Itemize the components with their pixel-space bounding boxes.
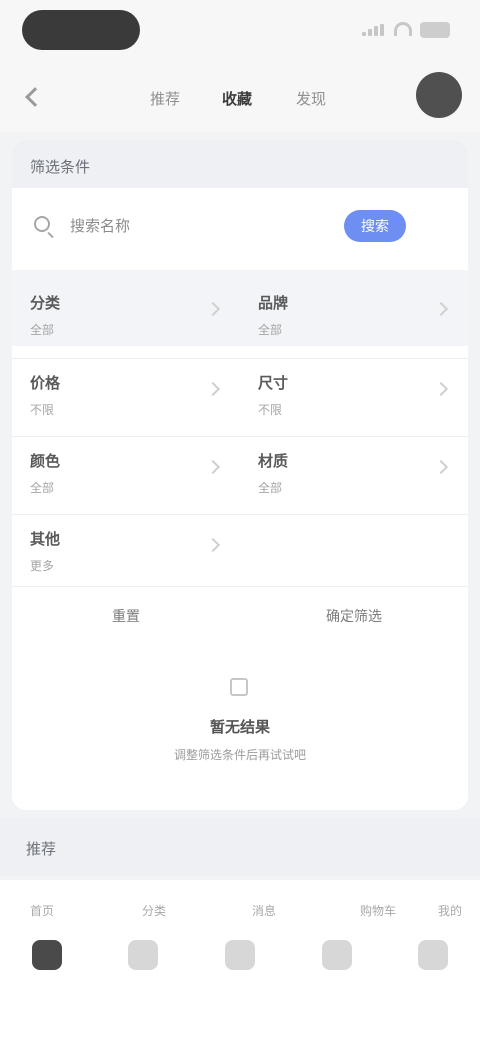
search-input[interactable]: 搜索名称 bbox=[70, 215, 130, 236]
search-icon bbox=[34, 216, 50, 232]
search-row: 搜索名称 搜索 bbox=[12, 188, 468, 262]
filter-actions: 重置 确定筛选 bbox=[12, 588, 468, 644]
tab-label-me[interactable]: 我的 bbox=[438, 902, 462, 919]
empty-state-description: 调整筛选条件后再试试吧 bbox=[173, 748, 306, 762]
filter-brand[interactable]: 品牌 全部 bbox=[258, 292, 458, 344]
search-button[interactable]: 搜索 bbox=[344, 210, 406, 242]
card-header: 筛选条件 bbox=[12, 140, 468, 188]
filter-value: 更多 bbox=[30, 559, 55, 573]
divider bbox=[12, 586, 468, 587]
filter-color[interactable]: 颜色 全部 bbox=[30, 450, 230, 502]
divider bbox=[12, 514, 468, 515]
filter-name: 其他 bbox=[30, 531, 61, 548]
filter-name: 颜色 bbox=[30, 453, 61, 470]
apply-filter-button[interactable]: 确定筛选 bbox=[240, 588, 468, 644]
filter-material[interactable]: 材质 全部 bbox=[258, 450, 458, 502]
filter-value: 不限 bbox=[258, 403, 283, 417]
battery-icon bbox=[420, 22, 450, 38]
filter-category[interactable]: 分类 全部 bbox=[30, 292, 230, 344]
recommend-section: 推荐 bbox=[0, 818, 480, 876]
wifi-icon bbox=[394, 22, 412, 36]
status-bar bbox=[0, 0, 480, 62]
filter-name: 品牌 bbox=[258, 295, 289, 312]
empty-state-title: 暂无结果 bbox=[209, 719, 270, 736]
tab-label-home[interactable]: 首页 bbox=[30, 902, 54, 919]
avatar[interactable] bbox=[416, 72, 462, 118]
filter-value: 全部 bbox=[258, 323, 283, 337]
user-icon[interactable] bbox=[418, 940, 448, 970]
empty-box-icon bbox=[230, 678, 248, 696]
filter-name: 材质 bbox=[258, 453, 289, 470]
tab-favorites[interactable]: 收藏 bbox=[222, 88, 252, 108]
section-label: 推荐 bbox=[26, 841, 57, 858]
signal-icon bbox=[362, 24, 384, 36]
app-screen: 推荐 收藏 发现 筛选条件 搜索名称 搜索 分类 全部 品牌 全部 价格 不限 bbox=[0, 0, 480, 1040]
divider bbox=[12, 436, 468, 437]
filter-size[interactable]: 尺寸 不限 bbox=[258, 372, 458, 424]
filter-name: 尺寸 bbox=[258, 375, 289, 392]
filter-value: 不限 bbox=[30, 403, 55, 417]
message-icon[interactable] bbox=[225, 940, 255, 970]
tab-label-category[interactable]: 分类 bbox=[142, 902, 166, 919]
reset-button[interactable]: 重置 bbox=[12, 588, 240, 644]
home-icon[interactable] bbox=[32, 940, 62, 970]
filter-other[interactable]: 其他 更多 bbox=[30, 528, 230, 580]
cart-icon[interactable] bbox=[322, 940, 352, 970]
filter-value: 全部 bbox=[258, 481, 283, 495]
tab-labels: 首页 分类 消息 购物车 我的 bbox=[0, 902, 480, 922]
empty-state: 暂无结果 调整筛选条件后再试试吧 bbox=[12, 650, 468, 800]
tab-label-messages[interactable]: 消息 bbox=[252, 902, 276, 919]
tab-icons bbox=[0, 940, 480, 1000]
filter-price[interactable]: 价格 不限 bbox=[30, 372, 230, 424]
tab-discover[interactable]: 发现 bbox=[296, 88, 326, 108]
divider bbox=[12, 358, 468, 359]
filter-name: 分类 bbox=[30, 295, 61, 312]
status-icons bbox=[362, 20, 452, 40]
category-icon[interactable] bbox=[128, 940, 158, 970]
card-header-label: 筛选条件 bbox=[30, 159, 91, 176]
tab-recommend[interactable]: 推荐 bbox=[150, 88, 180, 108]
back-icon[interactable] bbox=[22, 86, 44, 108]
filter-card: 筛选条件 搜索名称 搜索 分类 全部 品牌 全部 价格 不限 尺寸 不限 颜色 … bbox=[12, 140, 468, 810]
tab-label-cart[interactable]: 购物车 bbox=[360, 902, 396, 919]
bottom-tab-bar: 首页 分类 消息 购物车 我的 bbox=[0, 880, 480, 1040]
filter-value: 全部 bbox=[30, 481, 55, 495]
dynamic-island bbox=[22, 10, 140, 50]
top-navigation: 推荐 收藏 发现 bbox=[0, 62, 480, 132]
filter-value: 全部 bbox=[30, 323, 55, 337]
filter-name: 价格 bbox=[30, 375, 61, 392]
